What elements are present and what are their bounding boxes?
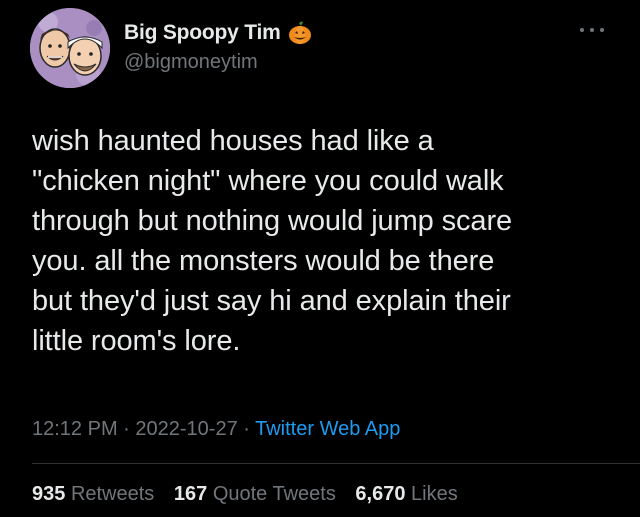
dot	[600, 28, 604, 32]
tweet-card: Big Spoopy Tim @bigmoneytim wish haunted…	[0, 0, 640, 517]
retweets-stat[interactable]: 935 Retweets	[32, 483, 154, 506]
dot	[580, 28, 584, 32]
display-name-row: Big Spoopy Tim	[124, 18, 313, 48]
meta-separator: ·	[117, 418, 136, 440]
author-block: Big Spoopy Tim @bigmoneytim	[124, 18, 313, 74]
tweet-meta: 12:12 PM · 2022-10-27 · Twitter Web App	[32, 418, 400, 441]
tweet-time[interactable]: 12:12 PM	[32, 418, 118, 440]
likes-stat[interactable]: 6,670 Likes	[355, 483, 457, 506]
tweet-stats: 935 Retweets 167 Quote Tweets 6,670 Like…	[32, 483, 472, 506]
tweet-text: wish haunted houses had like a "chicken …	[32, 125, 513, 357]
avatar[interactable]	[30, 8, 110, 88]
divider	[32, 463, 640, 464]
meta-separator: ·	[237, 418, 256, 440]
user-handle[interactable]: @bigmoneytim	[124, 51, 313, 74]
quote-tweets-label: Quote Tweets	[212, 483, 336, 505]
retweets-count: 935	[32, 483, 66, 505]
tweet-source-link[interactable]: Twitter Web App	[255, 418, 400, 440]
more-options-icon[interactable]	[580, 20, 604, 40]
likes-label: Likes	[411, 483, 458, 505]
display-name[interactable]: Big Spoopy Tim	[124, 21, 281, 45]
dot	[590, 28, 594, 32]
quote-tweets-stat[interactable]: 167 Quote Tweets	[174, 483, 336, 506]
quote-tweets-count: 167	[173, 483, 208, 505]
pumpkin-icon	[287, 20, 313, 46]
retweets-label: Retweets	[70, 483, 155, 505]
likes-count: 6,670	[355, 483, 406, 505]
avatar-image	[30, 8, 110, 88]
tweet-date[interactable]: 2022-10-27	[135, 418, 237, 440]
